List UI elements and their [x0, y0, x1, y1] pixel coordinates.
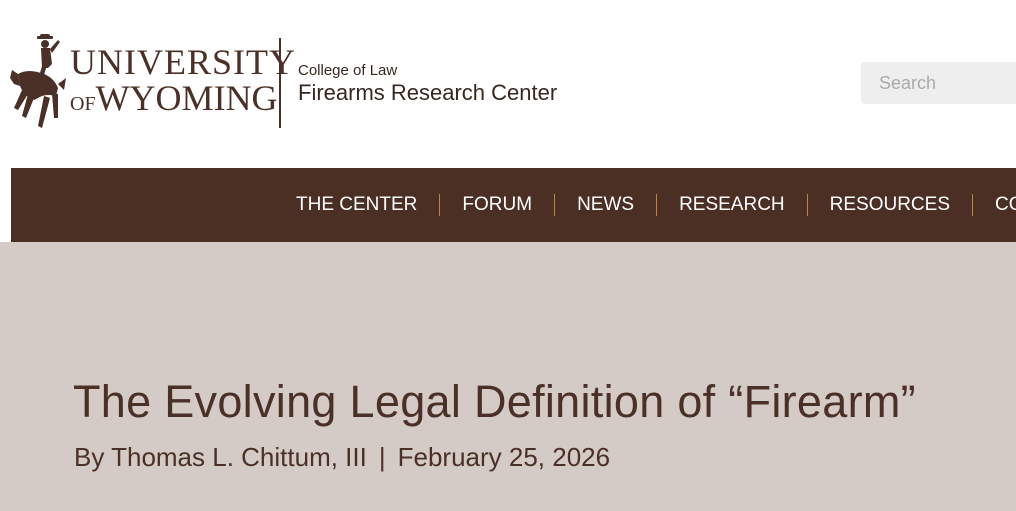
header-divider: [279, 38, 281, 128]
site-header: UNIVERSITY OFWYOMING College of Law Fire…: [0, 0, 1016, 168]
nav-item-news[interactable]: NEWS: [554, 194, 656, 216]
wordmark-university: UNIVERSITY: [70, 42, 296, 82]
article-date: February 25, 2026: [397, 442, 611, 472]
nav-item-resources[interactable]: RESOURCES: [806, 194, 972, 216]
wordmark-wyoming: WYOMING: [95, 78, 278, 118]
college-name: College of Law: [298, 62, 398, 79]
nav-item-research[interactable]: RESEARCH: [656, 194, 807, 216]
nav-item-connect[interactable]: CONN: [972, 194, 1016, 216]
article-author: By Thomas L. Chittum, III: [74, 442, 367, 472]
article-hero: The Evolving Legal Definition of “Firear…: [0, 242, 1016, 511]
page: UNIVERSITY OFWYOMING College of Law Fire…: [0, 0, 1016, 511]
center-name-link[interactable]: Firearms Research Center: [298, 80, 557, 106]
nav-list: THE CENTER FORUM NEWS RESEARCH RESOURCES…: [296, 168, 1016, 242]
wordmark-of: OF: [70, 93, 96, 115]
search-input[interactable]: [861, 62, 1016, 104]
wordmark-wyoming-line: OFWYOMING: [70, 80, 296, 116]
article-byline: By Thomas L. Chittum, III | February 25, 2…: [74, 442, 610, 473]
nav-item-forum[interactable]: FORUM: [439, 194, 554, 216]
university-wordmark[interactable]: UNIVERSITY OFWYOMING: [70, 44, 296, 116]
nav-item-the-center[interactable]: THE CENTER: [296, 194, 439, 216]
article-title: The Evolving Legal Definition of “Firear…: [73, 376, 916, 427]
bucking-horse-rider-icon[interactable]: [8, 34, 68, 134]
main-nav: THE CENTER FORUM NEWS RESEARCH RESOURCES…: [11, 168, 1016, 242]
byline-separator: |: [378, 442, 386, 472]
